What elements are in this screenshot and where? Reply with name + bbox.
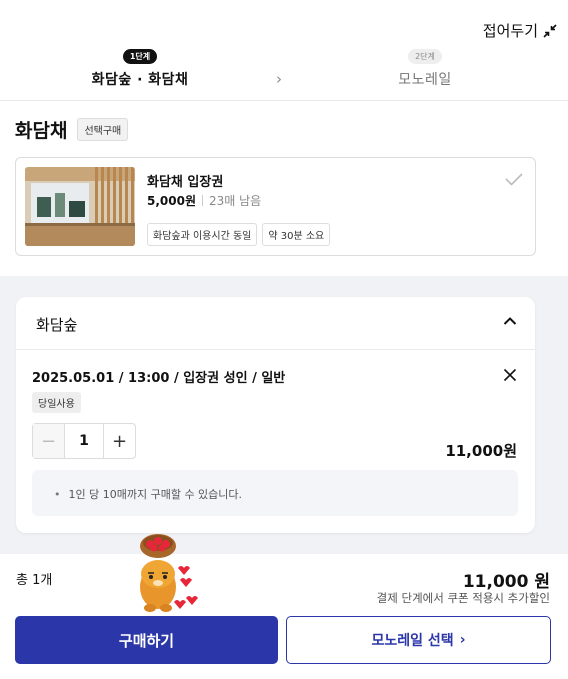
product-tag: 화담숲과 이용시간 동일 xyxy=(147,223,257,246)
cart-item-price: 11,000원 xyxy=(445,440,517,461)
step-indicator: 1단계 화담숲 · 화담채 › 2단계 모노레일 xyxy=(0,44,568,100)
step-1-badge: 1단계 xyxy=(123,49,157,64)
product-price-row: 5,000원 23매 남음 xyxy=(147,192,261,209)
section-title: 화담채 xyxy=(15,116,67,143)
step-2-badge: 2단계 xyxy=(408,49,442,64)
notice-box: 1인 당 10매까지 구매할 수 있습니다. xyxy=(32,470,518,516)
step-2[interactable]: 2단계 모노레일 xyxy=(295,44,555,89)
discount-note: 결제 단계에서 쿠폰 적용시 추가할인 xyxy=(377,590,550,606)
close-icon[interactable] xyxy=(503,368,517,382)
chevron-right-icon: › xyxy=(460,632,466,648)
collapse-icon xyxy=(542,23,558,39)
decrease-button[interactable]: − xyxy=(33,424,65,458)
notice-text: 1인 당 10매까지 구매할 수 있습니다. xyxy=(54,486,242,502)
step-1[interactable]: 1단계 화담숲 · 화담채 xyxy=(10,44,270,89)
product-tag: 약 30분 소요 xyxy=(262,223,330,246)
mascot-illustration xyxy=(130,532,206,616)
increase-button[interactable]: + xyxy=(103,424,135,458)
total-amount: 11,000 원 xyxy=(463,567,550,592)
collapse-label: 접어두기 xyxy=(483,20,538,41)
product-price: 5,000원 xyxy=(147,192,196,209)
chevron-up-icon[interactable] xyxy=(503,316,517,326)
cart-item-description: 2025.05.01 / 13:00 / 입장권 성인 / 일반 xyxy=(32,367,285,386)
purchase-button[interactable]: 구매하기 xyxy=(15,616,278,664)
collapse-button[interactable]: 접어두기 xyxy=(483,20,558,41)
cart-card: 화담숲 2025.05.01 / 13:00 / 입장권 성인 / 일반 당일사… xyxy=(16,297,535,533)
separator xyxy=(202,195,203,206)
select-monorail-label: 모노레일 선택 xyxy=(372,630,454,650)
product-tags: 화담숲과 이용시간 동일 약 30분 소요 xyxy=(147,223,330,246)
purchase-mode-badge: 선택구매 xyxy=(77,118,128,141)
usage-badge: 당일사용 xyxy=(32,392,81,413)
cart-title: 화담숲 xyxy=(36,314,77,335)
section-header: 화담채 선택구매 xyxy=(15,116,128,143)
product-card[interactable]: 화담채 입장권 5,000원 23매 남음 화담숲과 이용시간 동일 약 30분… xyxy=(15,157,536,256)
quantity-value: 1 xyxy=(65,424,103,458)
chevron-right-icon: › xyxy=(276,70,282,88)
quantity-stepper: − 1 + xyxy=(32,423,136,459)
product-thumbnail xyxy=(25,167,135,246)
divider xyxy=(0,100,568,101)
select-monorail-button[interactable]: 모노레일 선택 › xyxy=(286,616,551,664)
step-1-label: 화담숲 · 화담채 xyxy=(10,69,270,89)
remaining-count: 23매 남음 xyxy=(209,192,261,209)
check-icon[interactable] xyxy=(504,171,524,187)
total-count: 총 1개 xyxy=(16,569,52,588)
cart-header[interactable]: 화담숲 xyxy=(16,297,535,350)
step-2-label: 모노레일 xyxy=(295,69,555,89)
product-name: 화담채 입장권 xyxy=(147,171,223,190)
